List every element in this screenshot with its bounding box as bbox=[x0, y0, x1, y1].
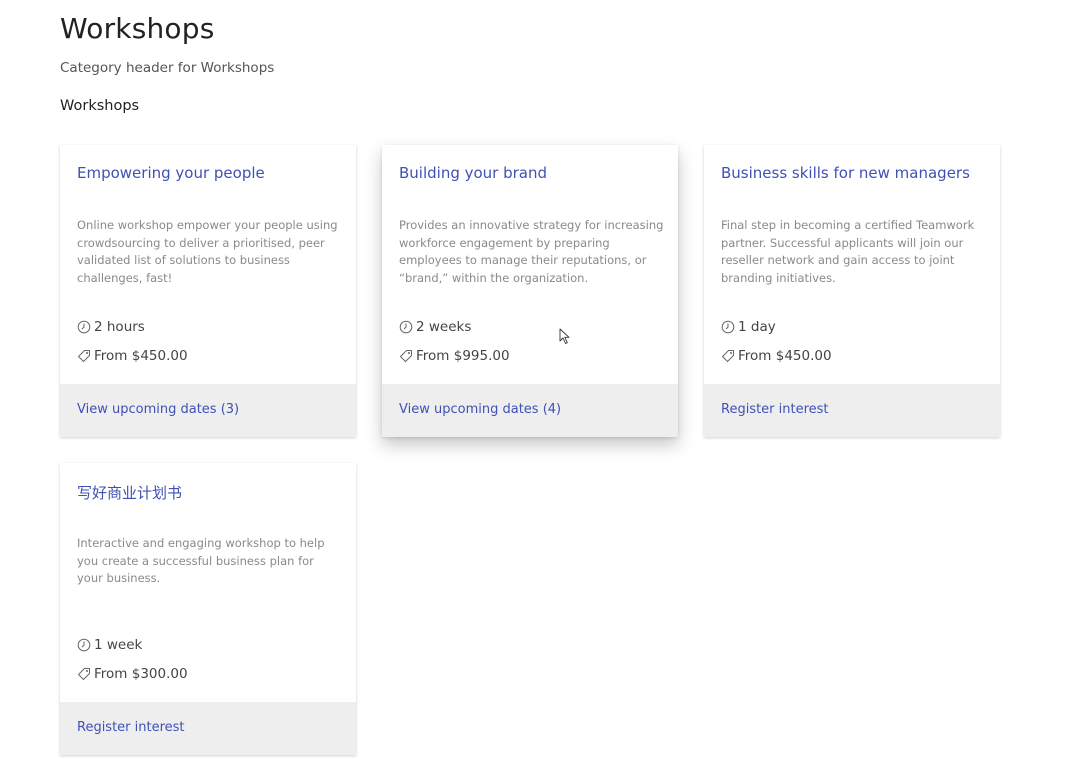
workshop-title-link[interactable]: Empowering your people bbox=[77, 164, 342, 182]
workshop-duration: 2 hours bbox=[77, 319, 145, 335]
price-tag-icon bbox=[722, 350, 734, 362]
view-upcoming-dates-link[interactable]: View upcoming dates (3) bbox=[77, 402, 239, 417]
price-tag-icon bbox=[78, 350, 90, 362]
duration-text: 2 hours bbox=[94, 319, 145, 335]
workshop-duration: 2 weeks bbox=[399, 319, 471, 335]
clock-icon bbox=[721, 320, 735, 334]
register-interest-link[interactable]: Register interest bbox=[721, 402, 829, 417]
section-title: Workshops bbox=[60, 98, 140, 114]
workshop-title-link[interactable]: Business skills for new managers bbox=[721, 164, 986, 182]
workshop-title-link[interactable]: Building your brand bbox=[399, 164, 664, 182]
workshop-duration: 1 week bbox=[77, 637, 142, 653]
price-text: From $450.00 bbox=[738, 348, 832, 364]
workshop-card[interactable]: Business skills for new managers Final s… bbox=[704, 145, 1000, 437]
duration-text: 1 day bbox=[738, 319, 776, 335]
workshop-description: Provides an innovative strategy for incr… bbox=[399, 218, 664, 285]
page-title: Workshops bbox=[60, 12, 215, 45]
workshop-card[interactable]: Building your brand Provides an innovati… bbox=[382, 145, 678, 437]
card-footer: View upcoming dates (4) bbox=[382, 384, 678, 437]
workshops-page: Workshops Category header for Workshops … bbox=[0, 0, 1080, 768]
card-footer: View upcoming dates (3) bbox=[60, 384, 356, 437]
price-text: From $450.00 bbox=[94, 348, 188, 364]
workshop-card[interactable]: 写好商业计划书 Interactive and engaging worksho… bbox=[60, 463, 356, 755]
clock-icon bbox=[399, 320, 413, 334]
price-tag-icon bbox=[400, 350, 412, 362]
workshop-price: From $995.00 bbox=[399, 348, 510, 364]
clock-icon bbox=[77, 320, 91, 334]
card-footer: Register interest bbox=[60, 702, 356, 755]
view-upcoming-dates-link[interactable]: View upcoming dates (4) bbox=[399, 402, 561, 417]
duration-text: 2 weeks bbox=[416, 319, 472, 335]
workshop-price: From $450.00 bbox=[721, 348, 832, 364]
workshop-description: Final step in becoming a certified Teamw… bbox=[721, 218, 975, 285]
workshop-title-link[interactable]: 写好商业计划书 bbox=[77, 482, 342, 503]
category-header: Category header for Workshops bbox=[60, 60, 275, 76]
workshop-description: Online workshop empower your people usin… bbox=[77, 218, 338, 285]
workshop-description: Interactive and engaging workshop to hel… bbox=[77, 536, 325, 585]
mouse-cursor-icon bbox=[559, 328, 570, 344]
workshop-card[interactable]: Empowering your people Online workshop e… bbox=[60, 145, 356, 437]
workshop-duration: 1 day bbox=[721, 319, 776, 335]
workshop-price: From $300.00 bbox=[77, 666, 188, 682]
price-tag-icon bbox=[78, 668, 90, 680]
workshop-price: From $450.00 bbox=[77, 348, 188, 364]
register-interest-link[interactable]: Register interest bbox=[77, 720, 185, 735]
duration-text: 1 week bbox=[94, 637, 143, 653]
price-text: From $995.00 bbox=[416, 348, 510, 364]
clock-icon bbox=[77, 638, 91, 652]
card-footer: Register interest bbox=[704, 384, 1000, 437]
price-text: From $300.00 bbox=[94, 666, 188, 682]
